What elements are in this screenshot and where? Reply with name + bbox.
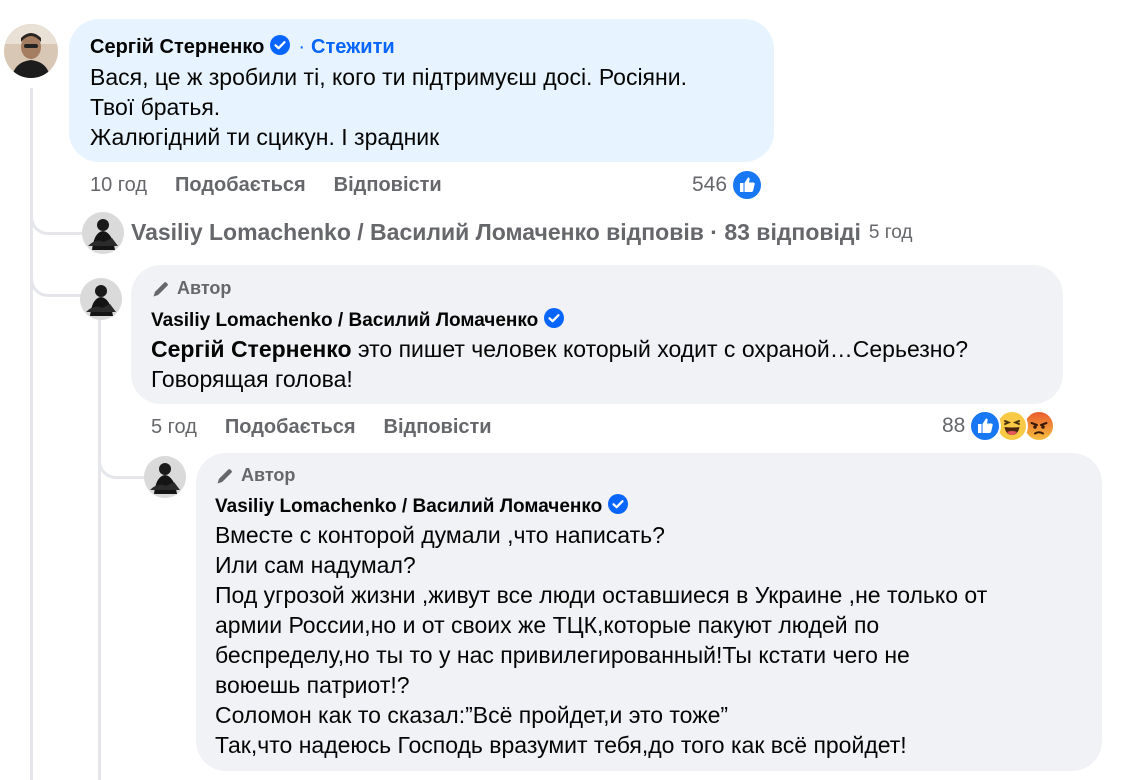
reply-actions: 5 год Подобається Відповісти — [151, 416, 492, 439]
reaction-count: 88 — [942, 414, 966, 437]
author-badge-label: Автор — [241, 465, 296, 485]
pencil-icon — [215, 466, 235, 486]
reply-text-line: воюешь патриот!? — [215, 672, 410, 698]
reply-author-name[interactable]: Vasiliy Lomachenko / Василий Ломаченко — [215, 496, 602, 518]
comment-actions: 10 год Подобається Відповісти — [90, 174, 442, 197]
reply-text-line: Так,что надеюсь Господь вразумит тебя,до… — [215, 732, 907, 758]
comment-text-line: Вася, це ж зробили ті, кого ти підтримує… — [90, 64, 687, 90]
like-button[interactable]: Подобається — [225, 416, 356, 439]
avatar-sternenko[interactable] — [4, 24, 58, 78]
reply-text-line: это пишет человек который ходит с охрано… — [357, 336, 969, 362]
reply-author-name[interactable]: Vasiliy Lomachenko / Василий Ломаченко — [151, 310, 538, 332]
view-replies-link[interactable]: Vasiliy Lomachenko / Василий Ломаченко в… — [131, 219, 913, 246]
reaction-count: 546 — [692, 173, 728, 196]
comment-author-name[interactable]: Сергій Стерненко — [90, 36, 264, 59]
avatar-lomachenko[interactable] — [82, 212, 124, 254]
like-reaction-icon — [969, 410, 1002, 442]
pencil-icon — [151, 279, 171, 299]
avatar-lomachenko[interactable] — [80, 278, 122, 320]
thread-connector-replies-link — [30, 200, 83, 235]
reply-bubble-lomachenko-2: Автор Vasiliy Lomachenko / Василий Ломач… — [196, 453, 1102, 771]
reply-text-line: беспределу,но ты то у нас привилегирован… — [215, 642, 910, 668]
reply-text-line: Под угрозой жизни ,живут все люди оставш… — [215, 582, 988, 608]
verified-badge-icon — [544, 308, 565, 333]
comment-bubble-sternenko: Сергій Стерненко · Стежити Вася, це ж зр… — [69, 19, 774, 162]
dot-separator: · — [298, 36, 306, 58]
reply-time[interactable]: 5 год — [151, 416, 197, 439]
like-reaction-icon — [731, 169, 764, 201]
reaction-summary[interactable]: 546 — [692, 169, 764, 201]
reply-text-line: Или сам надумал? — [215, 552, 416, 578]
reply-text-line: Говорящая голова! — [151, 366, 353, 392]
reply-text-line: Вместе с конторой думали ,что написать? — [215, 522, 665, 548]
reply-button[interactable]: Відповісти — [384, 416, 492, 439]
comment-text: Вася, це ж зробили ті, кого ти підтримує… — [90, 62, 687, 152]
like-button[interactable]: Подобається — [175, 174, 306, 197]
author-badge: Автор — [215, 465, 295, 486]
mention-link[interactable]: Сергій Стерненко — [151, 336, 352, 362]
author-badge: Автор — [151, 278, 231, 299]
comment-time[interactable]: 10 год — [90, 174, 147, 197]
avatar-lomachenko[interactable] — [144, 456, 186, 498]
verified-badge-icon — [270, 35, 291, 60]
author-badge-label: Автор — [177, 278, 232, 298]
reply-text: Сергій Стерненко это пишет человек котор… — [151, 334, 968, 394]
view-replies-time: 5 год — [868, 221, 913, 243]
thread-connector-reply2 — [98, 440, 147, 479]
comment-text-line: Жалюгідний ти сцикун. І зрадник — [90, 124, 440, 150]
verified-badge-icon — [608, 494, 629, 519]
reaction-summary[interactable]: 88 — [942, 410, 1056, 442]
thread-line-main — [30, 88, 33, 780]
view-replies-text: Vasiliy Lomachenko / Василий Ломаченко в… — [131, 219, 861, 245]
comment-text-line: Твої братья. — [90, 94, 221, 120]
thread-line-reply1 — [98, 318, 101, 780]
reply-text: Вместе с конторой думали ,что написать? … — [215, 520, 987, 760]
reply-bubble-lomachenko: Автор Vasiliy Lomachenko / Василий Ломач… — [131, 265, 1063, 404]
reply-button[interactable]: Відповісти — [334, 174, 442, 197]
reply-text-line: Соломон как то сказал:”Всё пройдет,и это… — [215, 702, 729, 728]
thread-connector-reply1 — [30, 262, 83, 297]
reply-text-line: армии России,но и от своих же ТЦК,которы… — [215, 612, 880, 638]
follow-button[interactable]: Стежити — [311, 36, 395, 59]
